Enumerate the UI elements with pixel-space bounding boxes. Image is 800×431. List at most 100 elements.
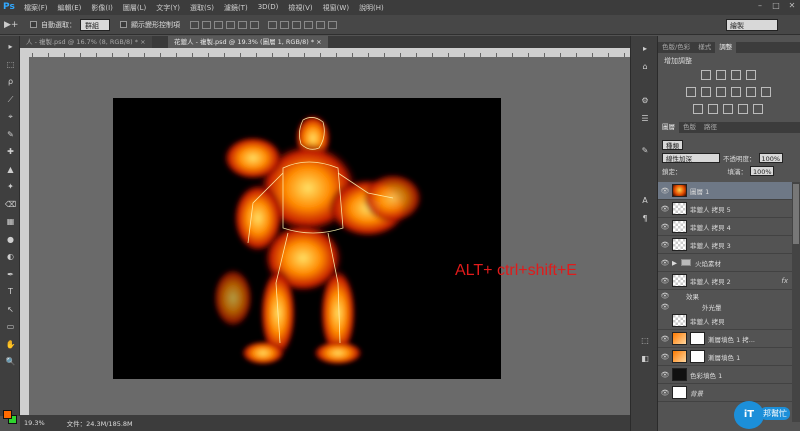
tool-icon[interactable]: ⟋ <box>5 95 16 104</box>
align-bottom-icon[interactable] <box>214 20 223 29</box>
menu-item[interactable]: 說明(H) <box>354 3 389 13</box>
tool-icon[interactable]: ● <box>5 235 16 244</box>
visibility-eye-icon[interactable]: 👁 <box>658 205 672 213</box>
tool-icon[interactable]: ρ <box>5 77 16 86</box>
scrollbar-thumb[interactable] <box>793 184 799 244</box>
black-white-icon[interactable] <box>730 87 741 97</box>
visibility-eye-icon[interactable]: 👁 <box>658 353 672 361</box>
expand-arrow-icon[interactable]: ▶ <box>672 259 677 267</box>
minimize-icon[interactable]: – <box>755 1 765 11</box>
layer-row[interactable]: 👁 菲鍍人 拷貝 5 <box>658 200 792 218</box>
tab-swatches[interactable]: 色版/色彩 <box>658 42 694 53</box>
distribute-top-icon[interactable] <box>268 20 277 29</box>
visibility-eye-icon[interactable]: 👁 <box>658 371 672 379</box>
dock-panel-icon[interactable]: ⬚ <box>639 336 651 346</box>
tool-icon[interactable]: ✚ <box>5 147 16 156</box>
tool-icon[interactable]: ⌖ <box>5 112 16 121</box>
tool-icon[interactable]: 🔍 <box>5 357 16 366</box>
distribute-bottom-icon[interactable] <box>292 20 301 29</box>
fill-input[interactable]: 100% <box>750 165 774 176</box>
tool-icon[interactable]: ↖ <box>5 305 16 314</box>
layer-row[interactable]: 👁 菲鍍人 拷貝 4 <box>658 218 792 236</box>
layer-row[interactable]: 👁 漸層填色 1 <box>658 348 792 366</box>
menu-item[interactable]: 文字(Y) <box>151 3 185 13</box>
align-center-icon[interactable] <box>238 20 247 29</box>
visibility-eye-icon[interactable]: 👁 <box>658 223 672 231</box>
dock-panel-icon[interactable]: ✎ <box>639 146 651 156</box>
tab-channels[interactable]: 色版 <box>679 122 700 133</box>
menu-item[interactable]: 3D(D) <box>253 3 284 13</box>
dock-panel-icon[interactable]: ▸ <box>639 44 651 54</box>
layer-row[interactable]: 👁 菲鍍人 拷貝 2 fx <box>658 272 792 290</box>
tool-icon[interactable]: ⌫ <box>5 200 16 209</box>
tool-icon[interactable]: ▲ <box>5 165 16 174</box>
maximize-icon[interactable]: □ <box>771 1 781 11</box>
visibility-eye-icon[interactable]: 👁 <box>658 389 672 397</box>
tool-icon[interactable]: ✎ <box>5 130 16 139</box>
layer-effects-icon[interactable]: fx <box>781 277 788 285</box>
color-balance-icon[interactable] <box>715 87 726 97</box>
visibility-eye-icon[interactable]: 👁 <box>658 187 672 195</box>
opacity-input[interactable]: 100% <box>758 152 783 163</box>
layer-effect-row[interactable]: 👁 效果 <box>658 290 792 301</box>
blend-mode-dropdown[interactable]: 線性加深 <box>662 152 720 163</box>
distribute-center-icon[interactable] <box>316 20 325 29</box>
tab-document-2[interactable]: 花鍍人 - 複製.psd @ 19.3% (圖層 1, RGB/8) * × <box>168 36 328 48</box>
tool-icon[interactable]: ▦ <box>5 217 16 226</box>
distribute-left-icon[interactable] <box>304 20 313 29</box>
tab-document-1[interactable]: 人 - 複製.psd @ 16.7% (8, RGB/8) * × <box>20 36 152 48</box>
layers-scrollbar[interactable] <box>792 182 800 422</box>
document-canvas[interactable] <box>113 98 501 379</box>
vibrance-icon[interactable] <box>685 87 696 97</box>
layer-row[interactable]: 👁 菲鍍人 拷貝 3 <box>658 236 792 254</box>
layer-effect-row[interactable]: 👁 外光暈 <box>658 301 792 312</box>
workspace-dropdown[interactable]: 繪製 <box>726 19 778 31</box>
move-tool-preset-icon[interactable]: ▶+ <box>4 18 26 32</box>
layer-row[interactable]: 👁 色彩填色 1 <box>658 366 792 384</box>
levels-icon[interactable] <box>715 70 726 80</box>
tool-icon[interactable]: ✒ <box>5 270 16 279</box>
dock-panel-icon[interactable]: ⌂ <box>639 62 651 72</box>
canvas-area[interactable]: ALT+ ctrl+shift+E <box>29 57 630 415</box>
threshold-icon[interactable] <box>723 104 733 114</box>
tool-icon[interactable]: ▸ <box>5 42 16 51</box>
auto-select-dropdown[interactable]: 群組 <box>80 18 110 31</box>
menu-item[interactable]: 視窗(W) <box>318 3 354 13</box>
menu-item[interactable]: 檔案(F) <box>19 3 53 13</box>
visibility-eye-icon[interactable]: 👁 <box>658 241 672 249</box>
distribute-right-icon[interactable] <box>328 20 337 29</box>
tab-paths[interactable]: 路徑 <box>700 122 721 133</box>
align-left-icon[interactable] <box>226 20 235 29</box>
tool-icon[interactable]: ✦ <box>5 182 16 191</box>
visibility-eye-icon[interactable]: 👁 <box>658 277 672 285</box>
dock-panel-icon[interactable]: A <box>639 196 651 206</box>
tab-layers[interactable]: 圖層 <box>658 122 679 133</box>
dock-panel-icon[interactable]: ◧ <box>639 354 651 364</box>
align-middle-icon[interactable] <box>202 20 211 29</box>
tool-icon[interactable]: ◐ <box>5 252 16 261</box>
tool-icon[interactable]: T <box>5 287 16 296</box>
menu-item[interactable]: 選取(S) <box>185 3 219 13</box>
layer-row[interactable]: 👁 漸層填色 1 拷... <box>658 330 792 348</box>
tab-adjustments[interactable]: 調整 <box>715 42 737 53</box>
dock-panel-icon[interactable]: ⚙ <box>639 96 651 106</box>
layer-row[interactable]: 👁 ▶ 火焰素材 <box>658 254 792 272</box>
photo-filter-icon[interactable] <box>745 87 756 97</box>
menu-item[interactable]: 檢視(V) <box>283 3 317 13</box>
distribute-middle-icon[interactable] <box>280 20 289 29</box>
visibility-eye-icon[interactable]: 👁 <box>658 335 672 343</box>
dock-panel-icon[interactable]: ☰ <box>639 114 651 124</box>
channel-mixer-icon[interactable] <box>760 87 771 97</box>
align-top-icon[interactable] <box>190 20 199 29</box>
menu-item[interactable]: 編輯(E) <box>53 3 87 13</box>
curves-icon[interactable] <box>730 70 741 80</box>
menu-item[interactable]: 濾鏡(T) <box>219 3 253 13</box>
posterize-icon[interactable] <box>708 104 718 114</box>
visibility-eye-icon[interactable]: 👁 <box>658 303 672 311</box>
selective-color-icon[interactable] <box>753 104 763 114</box>
menu-item[interactable]: 影像(I) <box>86 3 118 13</box>
gradient-map-icon[interactable] <box>738 104 748 114</box>
foreground-color-swatch[interactable] <box>3 410 12 419</box>
align-right-icon[interactable] <box>250 20 259 29</box>
visibility-eye-icon[interactable]: 👁 <box>658 292 672 300</box>
